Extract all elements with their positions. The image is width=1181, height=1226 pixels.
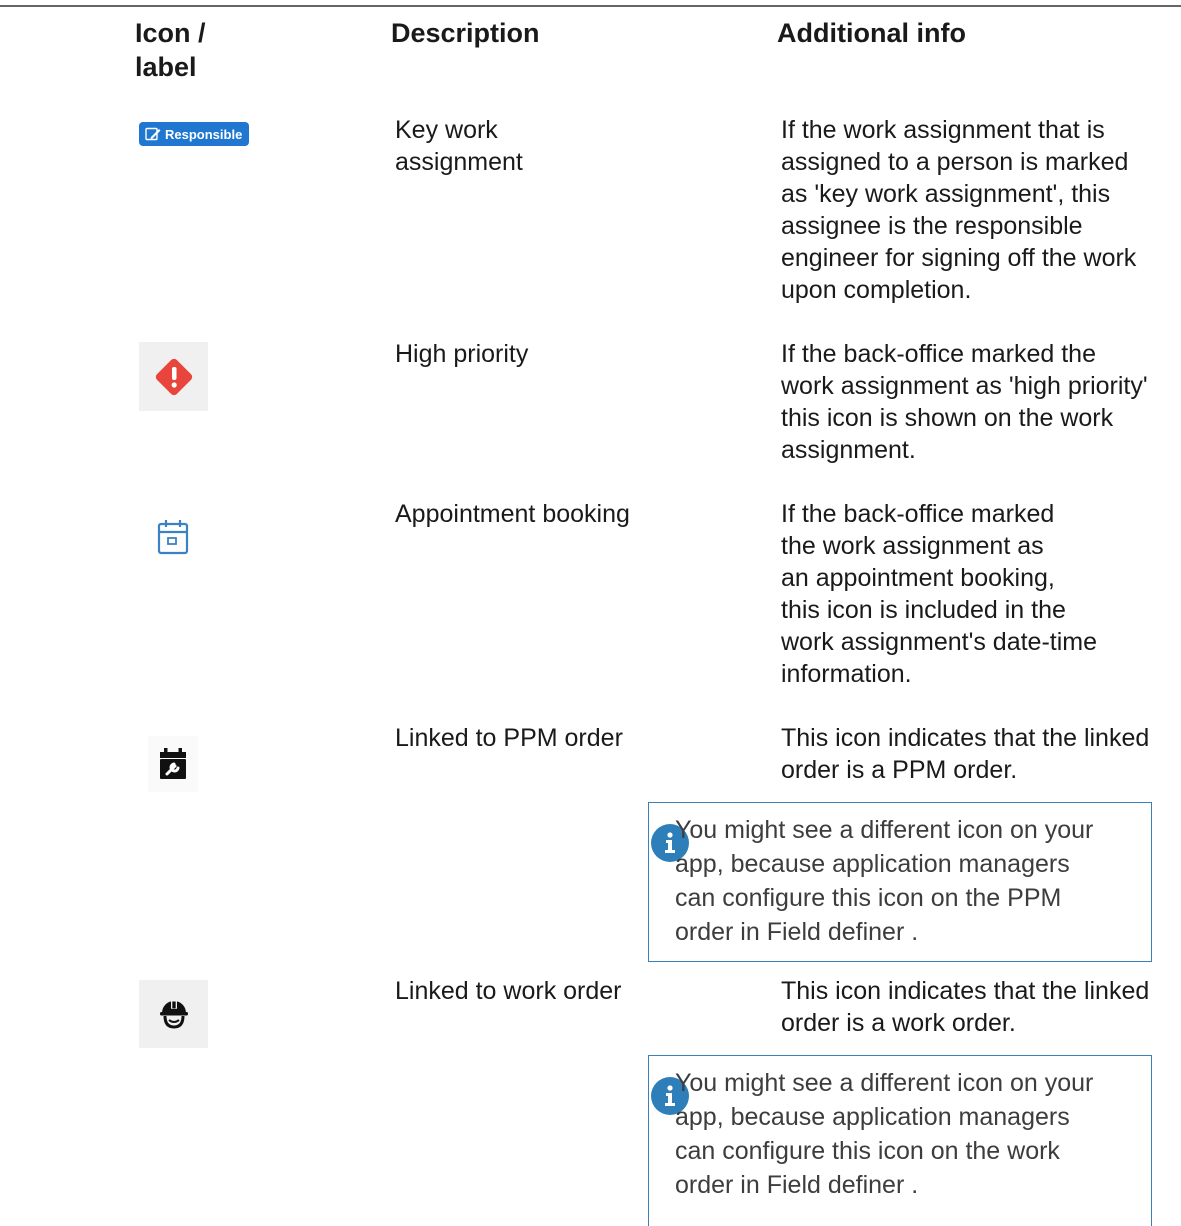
hard-hat-worker-icon [139, 980, 208, 1048]
calendar-icon [150, 514, 196, 560]
header-icon-label: Icon / label [135, 18, 206, 82]
row-info: If the back-office marked the work assig… [781, 340, 1148, 464]
responsible-badge: Responsible [139, 122, 250, 146]
row-description: High priority [395, 340, 529, 368]
header-description: Description [391, 18, 540, 48]
note-text: You might see a different icon on your a… [675, 1069, 1094, 1199]
row-description: Appointment booking [395, 500, 630, 528]
row-info: This icon indicates that the linked orde… [781, 724, 1150, 784]
note-text: You might see a different icon on your a… [675, 816, 1094, 946]
high-priority-icon [139, 342, 208, 411]
row-description: Key work assignment [395, 116, 523, 176]
row-info: If the work assignment that is assigned … [781, 116, 1137, 304]
header-additional-info: Additional info [777, 18, 966, 48]
table-top-rule [0, 5, 1181, 7]
row-description: Linked to PPM order [395, 724, 623, 752]
info-note: You might see a different icon on your a… [648, 802, 1152, 962]
row-info: If the back-office marked the work assig… [781, 500, 1098, 688]
ppm-calendar-wrench-icon [148, 736, 198, 792]
info-note: You might see a different icon on your a… [648, 1055, 1152, 1226]
edit-assign-icon [145, 127, 161, 141]
badge-label: Responsible [165, 126, 243, 142]
row-description: Linked to work order [395, 977, 622, 1005]
row-info: This icon indicates that the linked orde… [781, 977, 1150, 1037]
